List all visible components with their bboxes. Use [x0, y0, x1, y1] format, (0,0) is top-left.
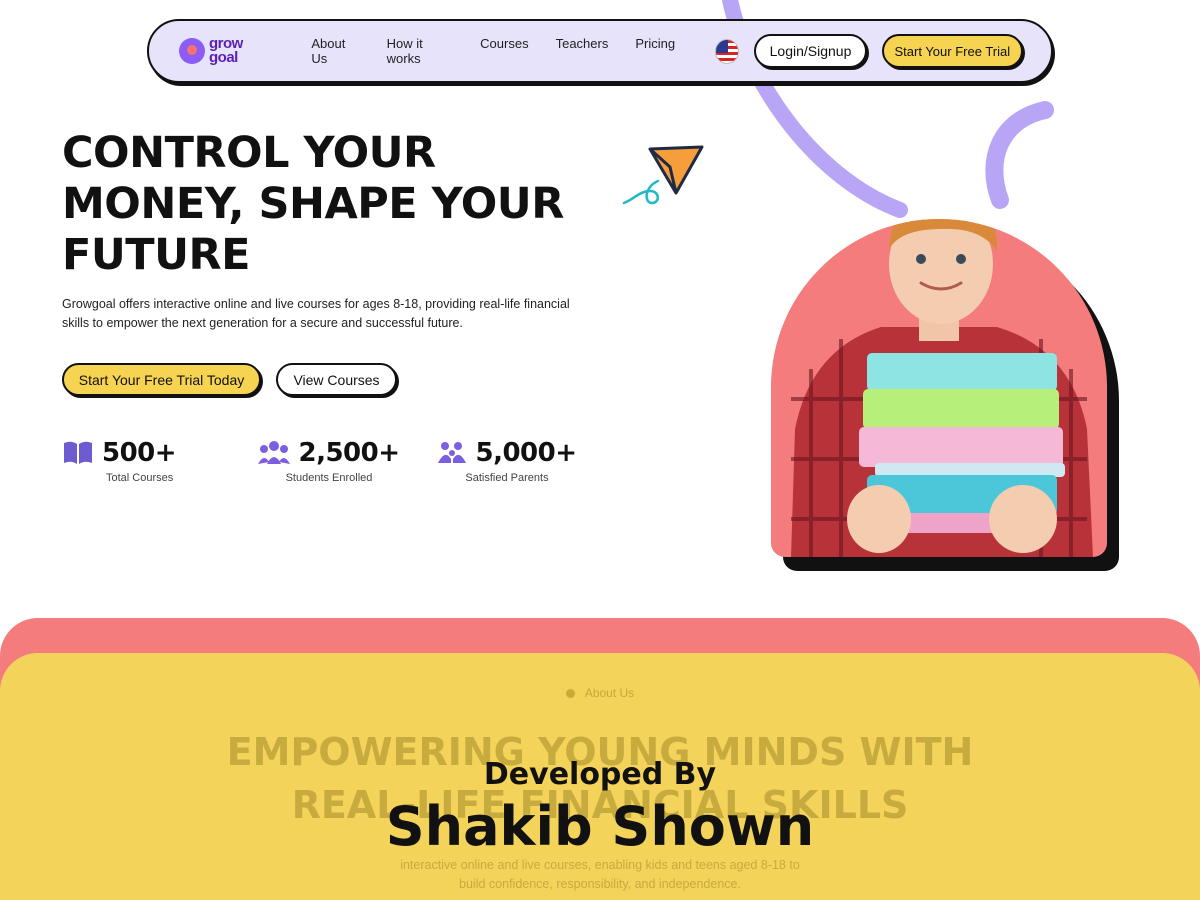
about-section-text: interactive online and live courses, ena… [0, 856, 1200, 894]
open-book-icon [62, 440, 94, 466]
paper-plane-icon [622, 145, 704, 205]
nav-link-about-us[interactable]: About Us [311, 36, 359, 66]
start-free-trial-today-button[interactable]: Start Your Free Trial Today [62, 363, 261, 396]
stat-label: Total Courses [106, 472, 174, 484]
top-navigation-bar: grow goal About Us How it works Courses … [147, 19, 1053, 83]
stat-label: Satisfied Parents [465, 472, 549, 484]
logo-mark-icon [179, 38, 205, 64]
hero-description: Growgoal offers interactive online and l… [62, 295, 592, 333]
stat-value: 2,500+ [298, 438, 400, 468]
about-text-line: build confidence, responsibility, and in… [459, 877, 741, 891]
hero-title-line: FUTURE [62, 230, 251, 280]
login-signup-button[interactable]: Login/Signup [754, 34, 867, 68]
hero-description-line: Growgoal offers interactive online and l… [62, 297, 570, 311]
bullet-dot-icon [565, 689, 575, 698]
stat-label: Students Enrolled [285, 472, 373, 484]
hero-image [771, 219, 1107, 557]
nav-link-pricing[interactable]: Pricing [635, 36, 675, 66]
growgoal-logo[interactable]: grow goal [179, 36, 285, 66]
stat-value: 500+ [102, 438, 177, 468]
us-flag-icon[interactable] [715, 38, 740, 64]
hero-description-line: skills to empower the next generation fo… [62, 316, 463, 330]
stat-students-enrolled: 2,500+ Students Enrolled [240, 438, 418, 484]
group-icon [258, 440, 291, 466]
stat-value: 5,000+ [475, 438, 577, 468]
hero-title: CONTROL YOUR MONEY, SHAPE YOUR FUTURE [62, 128, 582, 281]
start-free-trial-button[interactable]: Start Your Free Trial [881, 34, 1023, 68]
logo-text-bottom: goal [209, 49, 238, 66]
hero-title-line: CONTROL YOUR [62, 128, 436, 178]
about-text-line: interactive online and live courses, ena… [400, 858, 800, 872]
hero-title-line: MONEY, SHAPE YOUR [62, 179, 564, 229]
nav-link-courses[interactable]: Courses [480, 36, 528, 66]
about-us-tag: About Us [0, 686, 1200, 700]
stat-satisfied-parents: 5,000+ Satisfied Parents [418, 438, 596, 484]
nav-links: About Us How it works Courses Teachers P… [311, 36, 675, 66]
watermark-author-name: Shakib Shown [385, 795, 815, 858]
boy-holding-books-illustration [791, 219, 1093, 557]
about-us-tag-label: About Us [584, 686, 635, 700]
nav-link-teachers[interactable]: Teachers [556, 36, 609, 66]
parents-icon [437, 441, 467, 465]
stat-total-courses: 500+ Total Courses [62, 438, 240, 484]
watermark-developed-by: Developed By [483, 757, 717, 792]
view-courses-button[interactable]: View Courses [276, 363, 397, 396]
stats-row: 500+ Total Courses 2,500+ Students Enrol… [62, 438, 596, 484]
nav-link-how-it-works[interactable]: How it works [387, 36, 454, 66]
